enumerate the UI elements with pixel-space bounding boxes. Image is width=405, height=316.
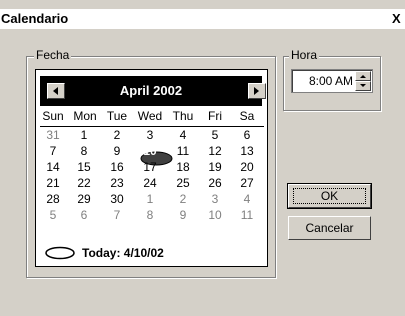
ok-button[interactable]: OK	[287, 183, 372, 209]
weekday-label: Sun	[42, 109, 64, 123]
calendar-day[interactable]: 25	[169, 176, 197, 190]
calendar-day[interactable]: 31	[39, 128, 67, 142]
calendar-day[interactable]: 6	[70, 208, 98, 222]
calendar-day[interactable]: 8	[136, 208, 164, 222]
weekday-label: Tue	[106, 109, 128, 123]
calendar-day[interactable]: 9	[169, 208, 197, 222]
calendar-header: April 2002	[40, 76, 266, 106]
spin-down-button[interactable]	[355, 81, 371, 91]
calendar-day[interactable]: 22	[70, 176, 98, 190]
calendar-day[interactable]: 16	[103, 160, 131, 174]
calendar-day[interactable]: 19	[201, 160, 229, 174]
calendar-dialog: Calendario X Fecha April 2002 Sun Mon Tu…	[0, 0, 405, 316]
calendar-day[interactable]: 3	[201, 192, 229, 206]
cancel-button[interactable]: Cancelar	[288, 216, 371, 240]
calendar-day[interactable]: 5	[39, 208, 67, 222]
fecha-group-label: Fecha	[34, 48, 72, 62]
calendar-day[interactable]: 2	[169, 192, 197, 206]
calendar-day[interactable]: 10	[136, 144, 164, 158]
calendar-day[interactable]: 14	[39, 160, 67, 174]
weekday-label: Sa	[239, 109, 255, 123]
focus-rect	[293, 188, 366, 204]
calendar-day[interactable]: 30	[103, 192, 131, 206]
calendar-day[interactable]: 1	[70, 128, 98, 142]
weekday-label: Fri	[208, 109, 222, 123]
right-arrow-icon	[254, 87, 259, 95]
window-title: Calendario	[1, 11, 69, 26]
today-link[interactable]: Today: 4/10/02	[82, 246, 164, 260]
title-bar: Calendario X	[0, 9, 405, 29]
weekday-label: Mon	[73, 109, 97, 123]
calendar-day[interactable]: 9	[103, 144, 131, 158]
calendar-day[interactable]: 1	[136, 192, 164, 206]
calendar-day[interactable]: 11	[233, 208, 261, 222]
calendar-day[interactable]: 8	[70, 144, 98, 158]
calendar-day[interactable]: 12	[201, 144, 229, 158]
calendar-day[interactable]: 4	[169, 128, 197, 142]
calendar-day[interactable]: 24	[136, 176, 164, 190]
calendar-day[interactable]: 6	[233, 128, 261, 142]
calendar-day[interactable]: 5	[201, 128, 229, 142]
weekday-label: Wed	[137, 109, 163, 123]
month-title[interactable]: April 2002	[40, 83, 262, 98]
cancel-label: Cancelar	[305, 221, 354, 235]
calendar-day[interactable]: 26	[201, 176, 229, 190]
calendar-day[interactable]: 29	[70, 192, 98, 206]
calendar-day[interactable]: 27	[233, 176, 261, 190]
calendar-day[interactable]: 21	[39, 176, 67, 190]
calendar-day[interactable]: 28	[39, 192, 67, 206]
calendar-day[interactable]: 4	[233, 192, 261, 206]
down-arrow-icon	[360, 84, 366, 87]
calendar-day[interactable]: 17	[136, 160, 164, 174]
calendar-day[interactable]: 7	[103, 208, 131, 222]
calendar-day[interactable]: 15	[70, 160, 98, 174]
next-month-button[interactable]	[248, 83, 266, 99]
calendar-day[interactable]: 18	[169, 160, 197, 174]
calendar-day[interactable]: 23	[103, 176, 131, 190]
calendar-day[interactable]: 20	[233, 160, 261, 174]
time-spinner[interactable]: 8:00 AM	[291, 69, 373, 93]
calendar-day[interactable]: 13	[233, 144, 261, 158]
close-button[interactable]: X	[392, 11, 405, 26]
calendar-day[interactable]: 10	[201, 208, 229, 222]
spin-up-button[interactable]	[355, 71, 371, 81]
calendar-day[interactable]: 7	[39, 144, 67, 158]
calendar-day[interactable]: 11	[169, 144, 197, 158]
calendar-day[interactable]: 2	[103, 128, 131, 142]
weekday-label: Thu	[172, 109, 194, 123]
calendar-day[interactable]: 3	[136, 128, 164, 142]
time-value[interactable]: 8:00 AM	[309, 74, 353, 88]
up-arrow-icon	[360, 75, 366, 78]
spinner-buttons	[355, 71, 371, 91]
hora-group-label: Hora	[289, 48, 320, 62]
month-calendar[interactable]: April 2002 Sun Mon Tue Wed Thu Fri Sa 31…	[35, 69, 268, 267]
today-circle-icon	[45, 246, 75, 260]
weekday-divider	[40, 126, 264, 127]
